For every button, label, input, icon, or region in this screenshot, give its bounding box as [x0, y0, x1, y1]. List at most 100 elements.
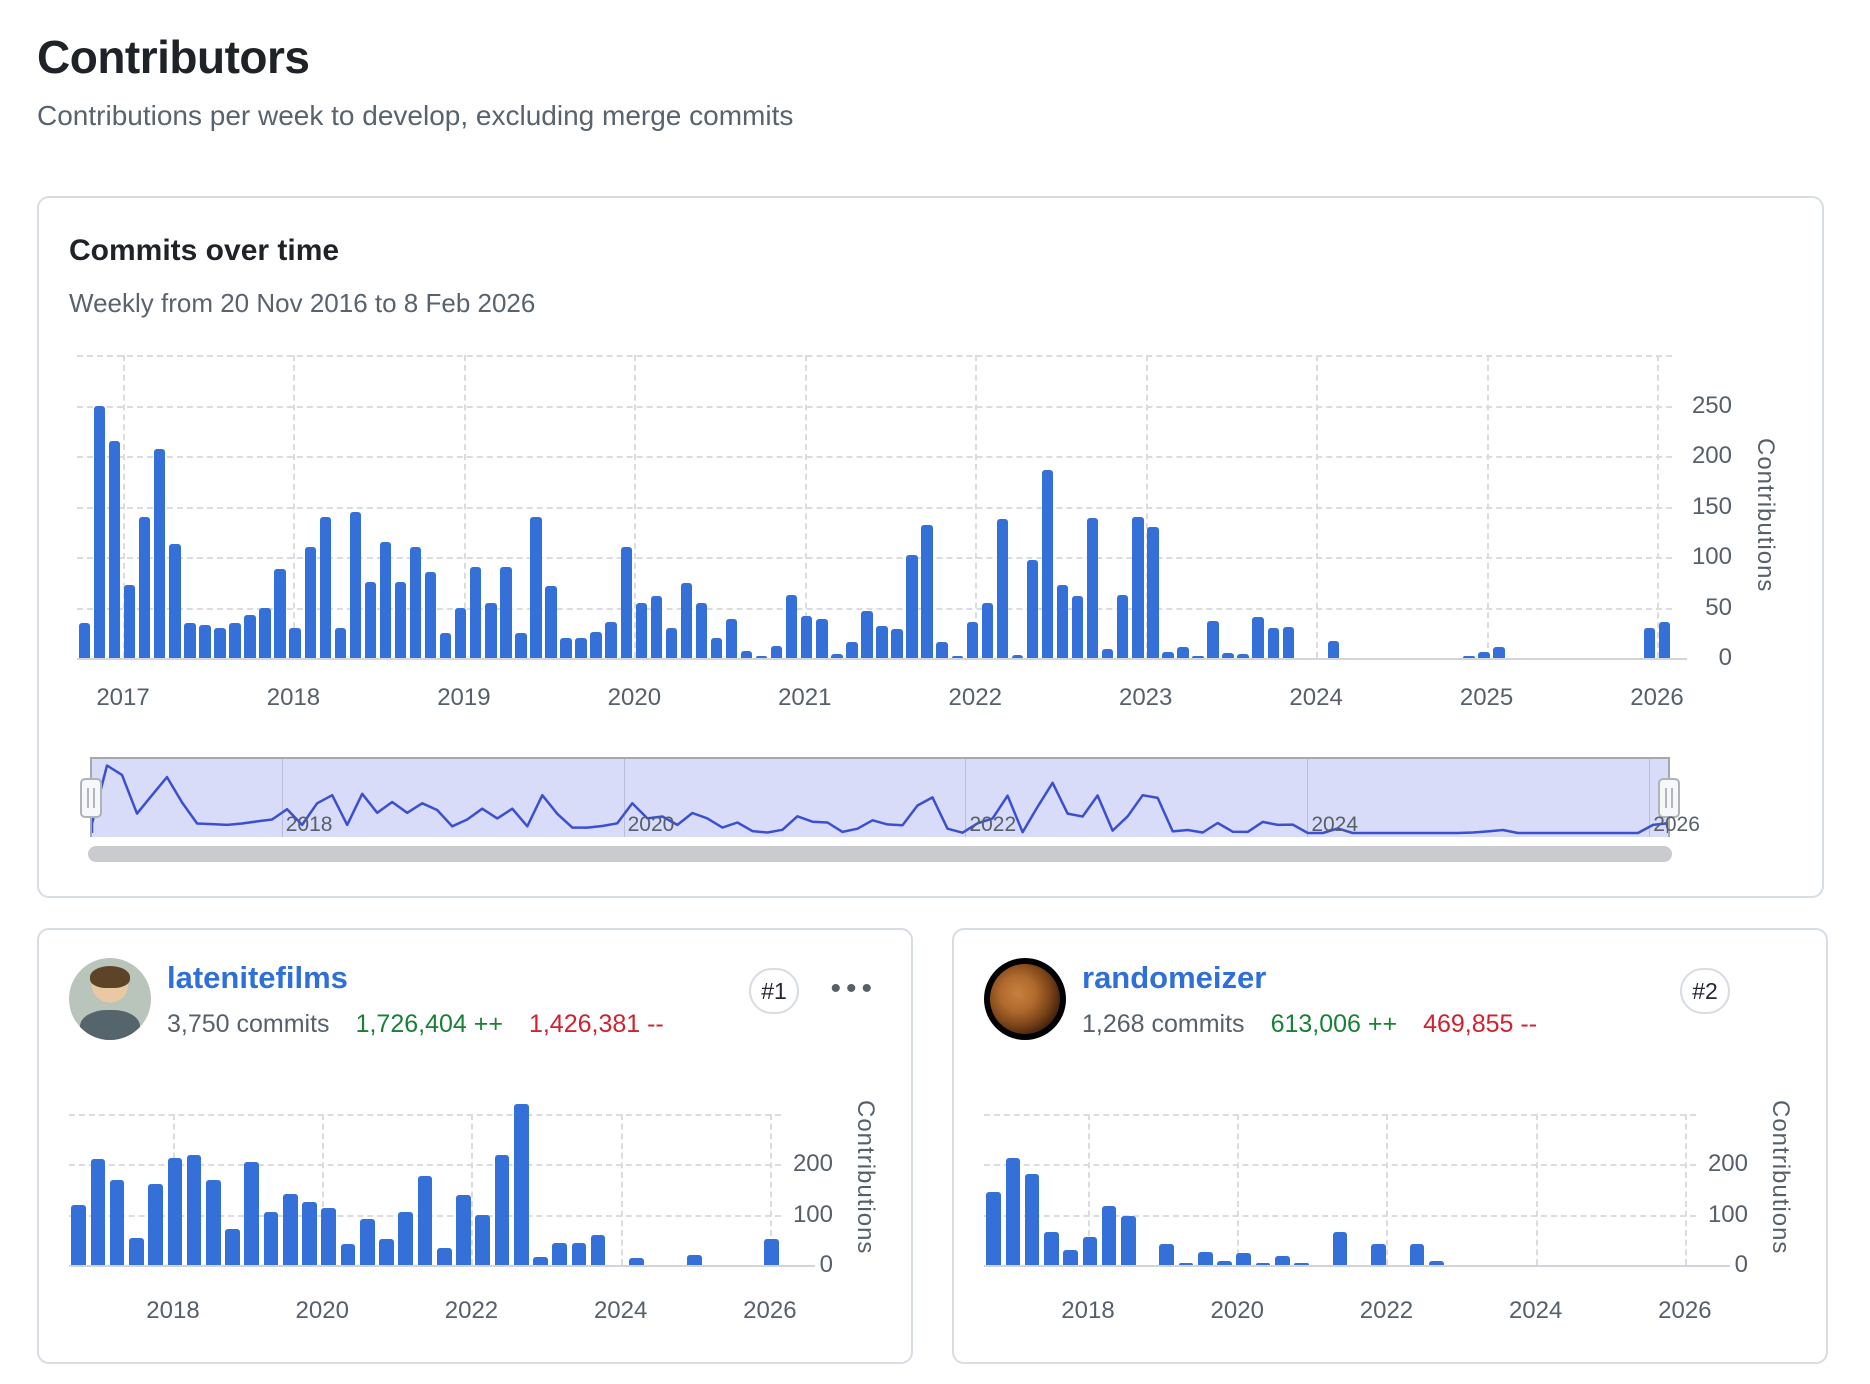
bar[interactable]	[169, 544, 180, 658]
bar[interactable]	[214, 628, 225, 658]
bar[interactable]	[764, 1239, 779, 1265]
bar[interactable]	[552, 1243, 567, 1265]
bar[interactable]	[514, 1104, 529, 1265]
bar[interactable]	[1177, 647, 1188, 658]
bar[interactable]	[986, 1192, 1001, 1265]
bar[interactable]	[681, 583, 692, 658]
bar[interactable]	[876, 626, 887, 658]
bar[interactable]	[1252, 617, 1263, 658]
bar[interactable]	[530, 517, 541, 658]
bar[interactable]	[906, 555, 917, 658]
bar[interactable]	[1328, 641, 1339, 658]
selector-handle-right[interactable]	[1658, 778, 1680, 818]
bar[interactable]	[1083, 1237, 1098, 1265]
bar[interactable]	[1333, 1232, 1348, 1265]
bar[interactable]	[575, 638, 586, 658]
bar[interactable]	[1102, 1206, 1117, 1265]
bar[interactable]	[289, 628, 300, 658]
bar[interactable]	[320, 517, 331, 658]
bar[interactable]	[590, 632, 601, 658]
kebab-menu-icon[interactable]: •••	[830, 972, 877, 1006]
bar[interactable]	[71, 1205, 86, 1265]
bar[interactable]	[1102, 649, 1113, 658]
bar[interactable]	[350, 512, 361, 658]
bar[interactable]	[148, 1184, 163, 1265]
bar[interactable]	[1410, 1244, 1425, 1265]
bar[interactable]	[244, 615, 255, 658]
bar[interactable]	[168, 1158, 183, 1265]
bar[interactable]	[94, 406, 105, 659]
contributor-link[interactable]: randomeizer	[1082, 960, 1266, 996]
bar[interactable]	[335, 628, 346, 658]
bar[interactable]	[110, 1180, 125, 1266]
bar[interactable]	[560, 638, 571, 658]
bar[interactable]	[455, 608, 466, 659]
bar[interactable]	[1072, 596, 1083, 658]
bar[interactable]	[206, 1180, 221, 1266]
bar[interactable]	[500, 567, 511, 658]
bar[interactable]	[365, 582, 376, 658]
bar[interactable]	[139, 517, 150, 658]
bar[interactable]	[921, 525, 932, 658]
bar[interactable]	[1025, 1174, 1040, 1265]
bar[interactable]	[591, 1235, 606, 1265]
bar[interactable]	[485, 603, 496, 658]
bar[interactable]	[741, 651, 752, 658]
bar[interactable]	[651, 596, 662, 658]
bar[interactable]	[410, 547, 421, 658]
bar[interactable]	[997, 519, 1008, 658]
bar[interactable]	[572, 1243, 587, 1265]
avatar[interactable]	[984, 958, 1066, 1040]
bar[interactable]	[1371, 1244, 1386, 1265]
bar[interactable]	[891, 629, 902, 658]
bar[interactable]	[636, 603, 647, 658]
bar[interactable]	[225, 1229, 240, 1265]
bar[interactable]	[1644, 628, 1655, 658]
bar[interactable]	[305, 547, 316, 658]
bar[interactable]	[696, 603, 707, 658]
bar[interactable]	[726, 619, 737, 658]
bar[interactable]	[533, 1257, 548, 1265]
horizontal-scrollbar[interactable]	[88, 846, 1672, 862]
bar[interactable]	[545, 586, 556, 658]
bar[interactable]	[341, 1244, 356, 1265]
selector-handle-left[interactable]	[80, 778, 102, 818]
bar[interactable]	[846, 642, 857, 658]
bar[interactable]	[1121, 1216, 1136, 1265]
bar[interactable]	[199, 625, 210, 658]
bar[interactable]	[786, 595, 797, 658]
avatar[interactable]	[69, 958, 151, 1040]
bar[interactable]	[302, 1202, 317, 1265]
bar[interactable]	[1207, 621, 1218, 658]
bar[interactable]	[861, 611, 872, 658]
bar[interactable]	[711, 638, 722, 658]
bar[interactable]	[1275, 1256, 1290, 1265]
bar[interactable]	[109, 441, 120, 658]
bar[interactable]	[187, 1155, 202, 1265]
bar[interactable]	[967, 622, 978, 658]
contributor-link[interactable]: latenitefilms	[167, 960, 348, 996]
bar[interactable]	[418, 1176, 433, 1265]
bar[interactable]	[1159, 1244, 1174, 1265]
bar[interactable]	[1132, 517, 1143, 658]
bar[interactable]	[605, 622, 616, 658]
bar[interactable]	[360, 1219, 375, 1265]
bar[interactable]	[1087, 518, 1098, 658]
bar[interactable]	[687, 1255, 702, 1265]
bar[interactable]	[440, 633, 451, 658]
bar[interactable]	[244, 1162, 259, 1265]
bar[interactable]	[437, 1248, 452, 1265]
bar[interactable]	[1117, 595, 1128, 658]
date-range-selector[interactable]: 20182020202220242026	[90, 757, 1670, 837]
bar[interactable]	[398, 1212, 413, 1265]
bar[interactable]	[274, 569, 285, 658]
bar[interactable]	[79, 623, 90, 658]
bar[interactable]	[621, 547, 632, 658]
bar[interactable]	[184, 623, 195, 658]
bar[interactable]	[816, 619, 827, 658]
bar[interactable]	[666, 628, 677, 658]
bar[interactable]	[1044, 1232, 1059, 1265]
bar[interactable]	[495, 1155, 510, 1265]
bar[interactable]	[456, 1195, 471, 1265]
bar[interactable]	[1236, 1253, 1251, 1265]
